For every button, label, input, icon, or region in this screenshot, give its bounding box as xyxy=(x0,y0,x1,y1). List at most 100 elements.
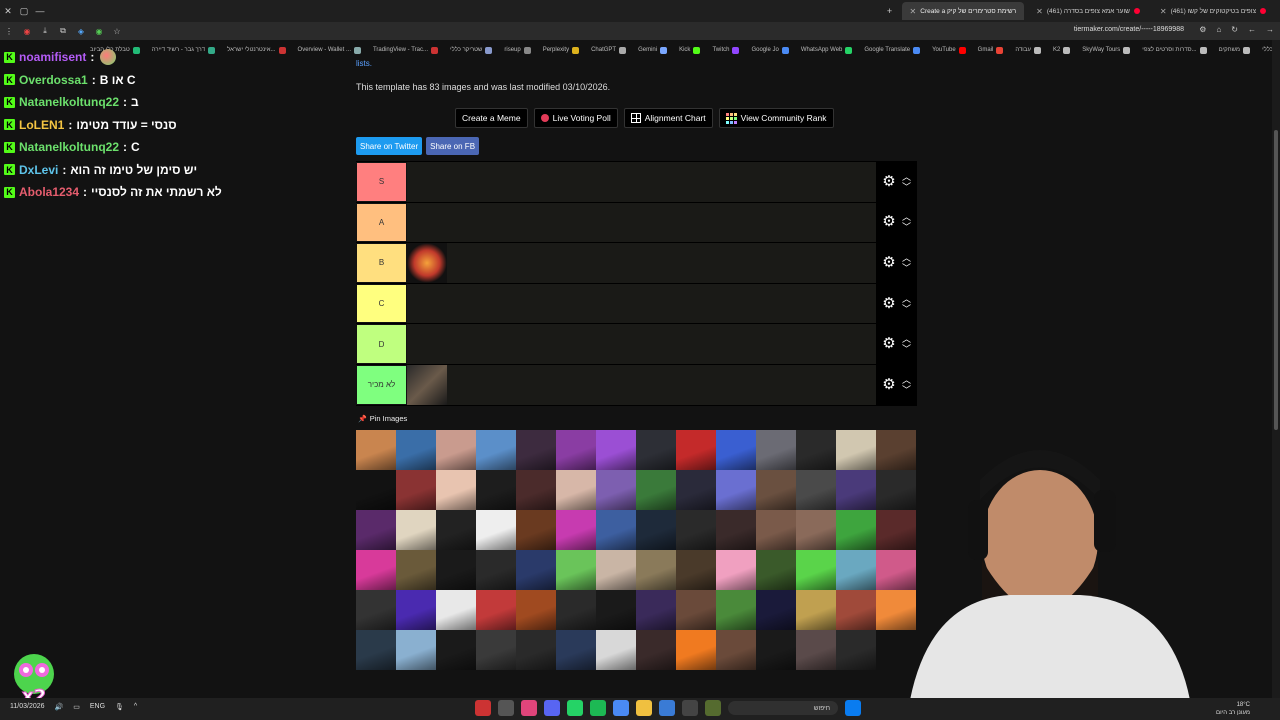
close-tab-icon[interactable]: ✕ xyxy=(1036,7,1043,16)
app-icon[interactable] xyxy=(659,700,675,716)
pool-image[interactable] xyxy=(756,430,796,470)
bookmark-item[interactable]: ChatGPT xyxy=(591,44,627,56)
pool-image[interactable] xyxy=(556,470,596,510)
move-up-icon[interactable]: ︿ xyxy=(902,213,911,222)
pool-image[interactable] xyxy=(476,590,516,630)
maximize-window-icon[interactable]: ▢ xyxy=(16,6,32,17)
tier-label[interactable]: לא מכיר xyxy=(356,364,407,405)
bookmark-item[interactable]: Gemini xyxy=(638,44,668,56)
pool-image[interactable] xyxy=(436,470,476,510)
extension-icon[interactable]: ◉ xyxy=(90,27,108,36)
bookmark-item[interactable]: riseup xyxy=(504,44,531,56)
bookmark-item[interactable]: Kick xyxy=(679,44,701,56)
pool-image[interactable] xyxy=(556,630,596,670)
bookmark-item[interactable]: שטריקר כללי xyxy=(450,44,493,56)
pool-image[interactable] xyxy=(636,630,676,670)
bookmark-item[interactable]: Twitch xyxy=(712,44,740,56)
page-scrollbar[interactable] xyxy=(1272,40,1280,700)
pool-image[interactable] xyxy=(556,430,596,470)
pool-image[interactable] xyxy=(556,510,596,550)
create-meme-button[interactable]: Create a Meme xyxy=(455,108,528,128)
pool-image[interactable] xyxy=(716,590,756,630)
pool-image[interactable] xyxy=(796,630,836,670)
bookmark-item[interactable]: Gmail xyxy=(978,44,1004,56)
whatsapp-icon[interactable] xyxy=(567,700,583,716)
volume-icon[interactable]: 🔊 xyxy=(55,703,64,711)
close-tab-icon[interactable]: ✕ xyxy=(910,7,917,16)
pool-image[interactable] xyxy=(676,630,716,670)
tier-item-image[interactable] xyxy=(407,364,447,405)
tab-tiermaker[interactable]: ✕ Create a רשימת סטרימרים של קיק xyxy=(901,2,1025,20)
tier-item-image[interactable] xyxy=(407,242,447,283)
tray-arrow-icon[interactable]: ^ xyxy=(134,703,137,711)
pool-image[interactable] xyxy=(796,470,836,510)
chat-username[interactable]: DxLevi xyxy=(19,163,58,177)
app-icon[interactable] xyxy=(475,700,491,716)
mic-icon[interactable]: 🎙 xyxy=(115,703,124,711)
bookmark-item[interactable]: עבודה xyxy=(1015,44,1041,56)
pool-image[interactable] xyxy=(356,630,396,670)
tier-label[interactable]: C xyxy=(356,283,407,324)
close-tab-icon[interactable]: ✕ xyxy=(1160,7,1167,16)
share-twitter-button[interactable]: Share on Twitter xyxy=(356,137,423,155)
tier-drop-zone[interactable] xyxy=(407,284,876,324)
move-up-icon[interactable]: ︿ xyxy=(902,253,911,262)
tab-youtube-1[interactable]: ✕ (461) שוער אמא צופים בסדרה xyxy=(1028,2,1148,20)
bookmark-item[interactable]: Google Jo xyxy=(751,44,789,56)
pool-image[interactable] xyxy=(556,590,596,630)
tier-drop-zone[interactable] xyxy=(407,203,876,243)
bookmark-item[interactable]: משחקים xyxy=(1219,44,1251,56)
pool-image[interactable] xyxy=(676,510,716,550)
pool-image[interactable] xyxy=(516,630,556,670)
download-icon[interactable]: ⤓ xyxy=(36,26,54,36)
pool-image[interactable] xyxy=(596,430,636,470)
pool-image[interactable] xyxy=(396,430,436,470)
tier-settings-gear-icon[interactable]: ⚙ xyxy=(882,214,896,229)
move-down-icon[interactable]: ﹀ xyxy=(902,263,911,272)
tier-label[interactable]: B xyxy=(356,243,407,283)
pool-image[interactable] xyxy=(516,510,556,550)
menu-icon[interactable]: ⋮ xyxy=(0,27,18,36)
app-icon[interactable] xyxy=(521,700,537,716)
pool-image[interactable] xyxy=(756,470,796,510)
pool-image[interactable] xyxy=(676,590,716,630)
pool-image[interactable] xyxy=(676,430,716,470)
pool-image[interactable] xyxy=(756,630,796,670)
url-field[interactable]: tiermaker.com/create/-----18969988 xyxy=(1074,26,1184,33)
extension-icon[interactable]: ◈ xyxy=(72,27,90,36)
pool-image[interactable] xyxy=(396,510,436,550)
pool-image[interactable] xyxy=(796,590,836,630)
pool-image[interactable] xyxy=(436,550,476,590)
pool-image[interactable] xyxy=(516,550,556,590)
tier-drop-zone[interactable] xyxy=(407,242,876,283)
cast-icon[interactable]: ⧉ xyxy=(54,26,72,36)
pool-image[interactable] xyxy=(636,470,676,510)
pool-image[interactable] xyxy=(636,550,676,590)
move-up-icon[interactable]: ︿ xyxy=(902,172,911,181)
weather-widget-icon[interactable] xyxy=(705,700,721,716)
spotify-icon[interactable] xyxy=(590,700,606,716)
tier-drop-zone[interactable] xyxy=(407,364,876,405)
move-down-icon[interactable]: ﹀ xyxy=(902,385,911,394)
chat-username[interactable]: LoLEN1 xyxy=(19,118,64,132)
pool-image[interactable] xyxy=(356,510,396,550)
chrome-icon[interactable] xyxy=(613,700,629,716)
pool-image[interactable] xyxy=(716,550,756,590)
pool-image[interactable] xyxy=(676,550,716,590)
tier-drop-zone[interactable] xyxy=(407,162,876,202)
move-up-icon[interactable]: ︿ xyxy=(902,294,911,303)
pool-image[interactable] xyxy=(556,550,596,590)
pool-image[interactable] xyxy=(596,590,636,630)
chat-username[interactable]: Abola1234 xyxy=(19,185,79,199)
pool-image[interactable] xyxy=(756,510,796,550)
discord-icon[interactable] xyxy=(544,700,560,716)
language-indicator[interactable]: ENG xyxy=(90,703,105,711)
minimize-window-icon[interactable]: — xyxy=(32,6,48,16)
pool-image[interactable] xyxy=(676,470,716,510)
pool-image[interactable] xyxy=(396,550,436,590)
chat-username[interactable]: noamifisent xyxy=(19,50,86,64)
reload-icon[interactable]: ↻ xyxy=(1231,25,1238,34)
tier-label[interactable]: A xyxy=(356,202,407,243)
pool-image[interactable] xyxy=(756,550,796,590)
pool-image[interactable] xyxy=(396,590,436,630)
